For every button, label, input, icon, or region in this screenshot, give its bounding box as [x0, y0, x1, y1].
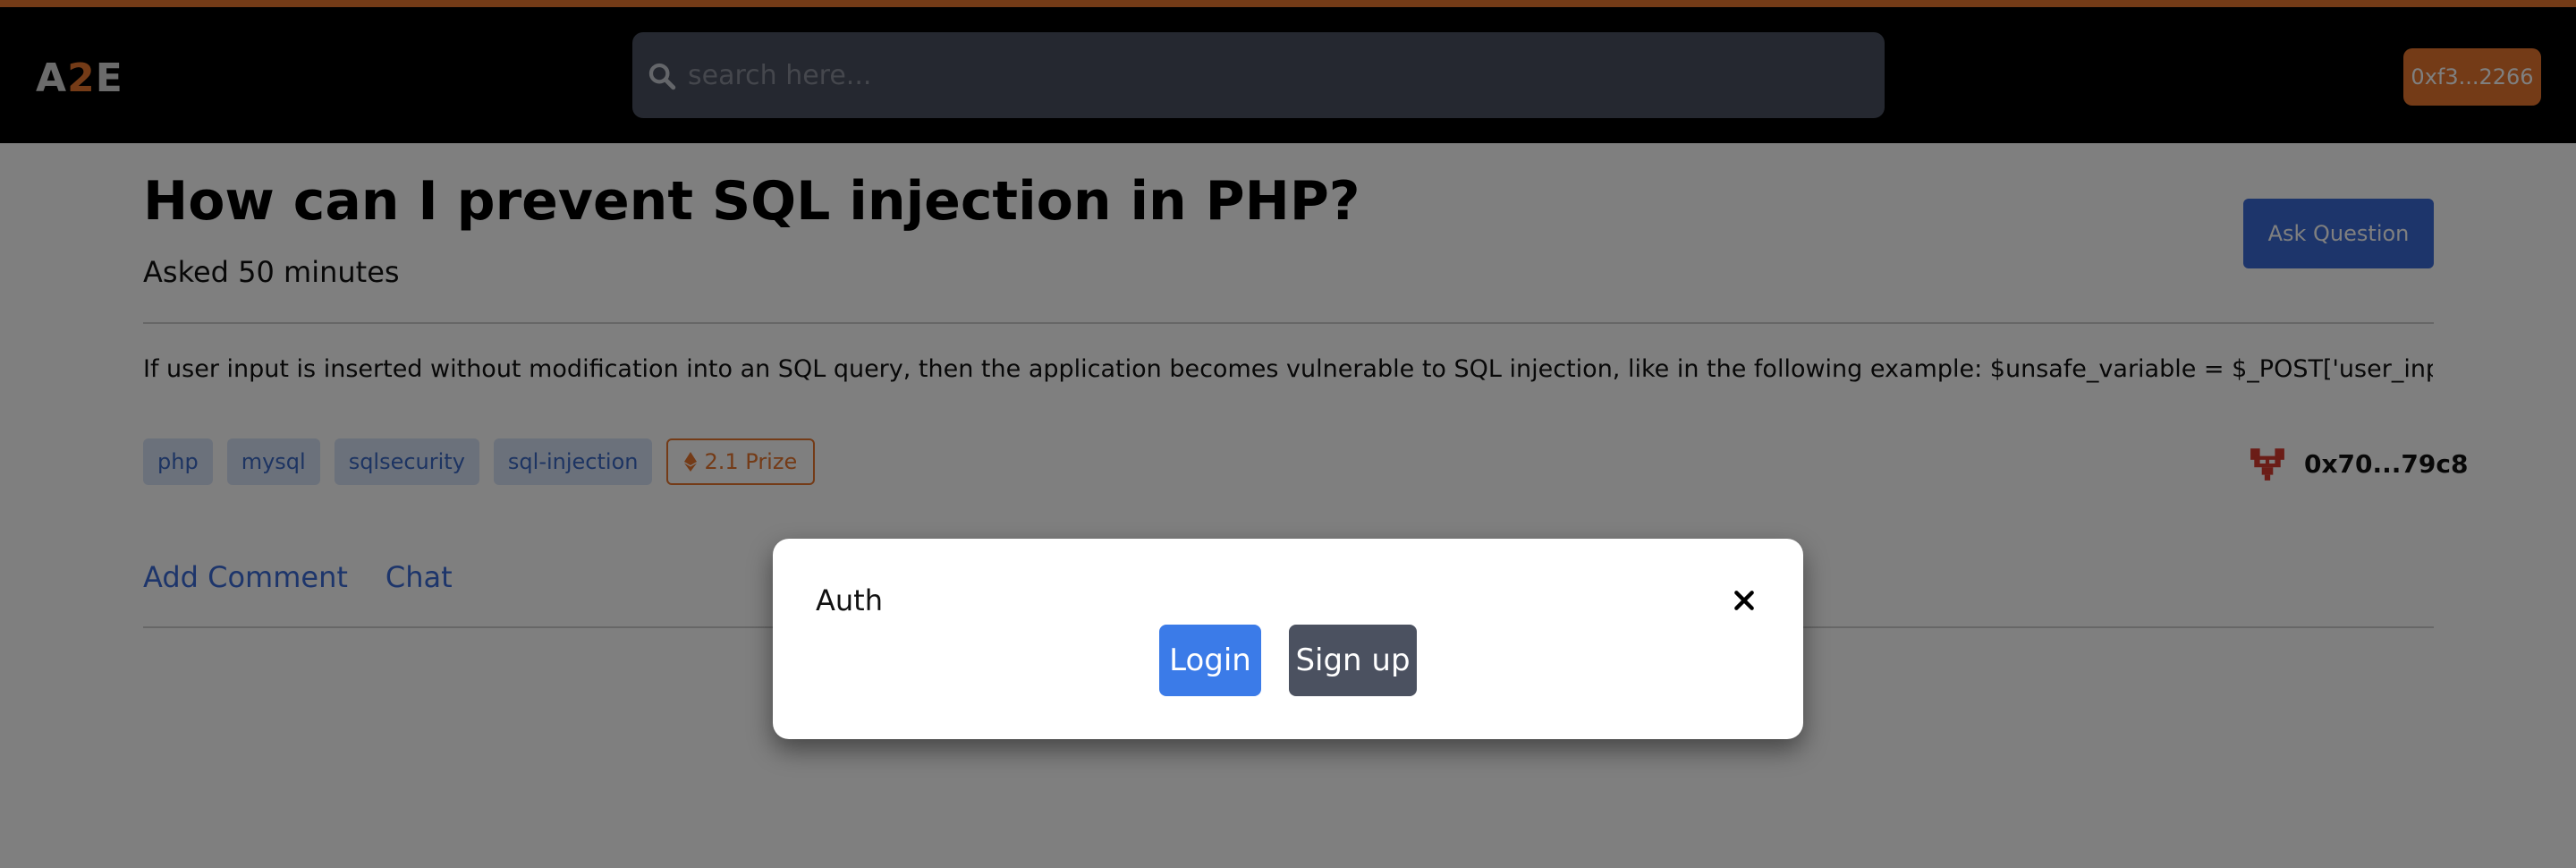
auth-modal: Auth Login Sign up: [773, 539, 1803, 739]
modal-title: Auth: [816, 583, 883, 617]
login-button[interactable]: Login: [1159, 625, 1261, 696]
page: A2E 0xf3...2266 How can I prevent SQL in…: [0, 0, 2576, 868]
close-button[interactable]: [1728, 585, 1760, 617]
signup-button[interactable]: Sign up: [1289, 625, 1417, 696]
close-icon: [1734, 590, 1754, 610]
